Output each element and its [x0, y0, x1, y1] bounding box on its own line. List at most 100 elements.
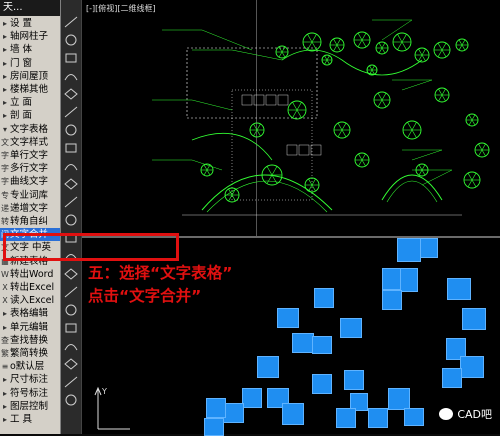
menu-item-icon: 专 [1, 190, 9, 200]
text-block[interactable] [400, 268, 418, 292]
menu-item[interactable]: ≡ o默认层 [0, 360, 60, 373]
menu-item[interactable]: 转转角自纠 [0, 215, 60, 228]
line-icon[interactable] [63, 14, 79, 28]
region-icon[interactable] [63, 284, 79, 298]
table-insert-icon[interactable] [63, 356, 79, 370]
draw-toolbar [61, 0, 82, 434]
text-block[interactable] [447, 278, 471, 300]
menu-item-icon: ▾ [2, 124, 7, 134]
annotation-line-2: 点击“文字合并” [88, 287, 202, 305]
rectangle-icon[interactable] [63, 68, 79, 82]
menu-item[interactable]: 繁繁简转换 [0, 347, 60, 360]
menu-item-label: 楼梯其他 [10, 84, 49, 95]
mtext-icon[interactable] [63, 320, 79, 334]
text-block[interactable] [388, 388, 410, 410]
menu-item-icon: ≡ [1, 362, 9, 372]
ucs-axis-icon: Y [94, 386, 130, 430]
text-block[interactable] [382, 290, 402, 310]
arc-icon[interactable] [63, 86, 79, 100]
menu-item[interactable]: 递递增文字 [0, 202, 60, 215]
field-icon[interactable] [63, 374, 79, 388]
menu-item[interactable]: 字曲线文字 [0, 175, 60, 188]
text-block[interactable] [204, 418, 224, 436]
text-block[interactable] [368, 408, 388, 428]
text-block[interactable] [460, 356, 484, 378]
menu-item[interactable]: ▸ 表格编辑 [0, 307, 60, 320]
menu-item-label: 立 面 [10, 97, 33, 109]
menu-item[interactable]: ▸ 剖 面 [0, 109, 60, 122]
menu-item[interactable]: ▸ 门 窗 [0, 57, 60, 70]
menu-item[interactable]: 查查找替换 [0, 334, 60, 347]
menu-item[interactable]: ▸ 立 面 [0, 96, 60, 109]
menu-item[interactable]: 专专业词库 [0, 189, 60, 202]
menu-item-label: 单行文字 [10, 150, 49, 161]
menu-item-label: 符号标注 [10, 387, 49, 399]
menu-item[interactable]: ▾ 文字表格 [0, 123, 60, 136]
menu-item[interactable]: 文文字样式 [0, 136, 60, 149]
ellipse-arc-icon[interactable] [63, 176, 79, 190]
menu-item[interactable]: ▸ 设 置 [0, 17, 60, 30]
text-block[interactable] [292, 333, 314, 353]
menu-item[interactable]: ▸ 轴网柱子 [0, 30, 60, 43]
menu-item-label: 文字表格 [10, 123, 49, 135]
menu-item-icon: ▸ [2, 71, 7, 81]
menu-item-label: 轴网柱子 [10, 31, 49, 43]
polyline-icon[interactable] [63, 32, 79, 46]
menu-item[interactable]: 字多行文字 [0, 162, 60, 175]
menu-item-label: 读入Excel [10, 295, 55, 307]
menu-item-label: 转出Excel [10, 282, 55, 293]
menu-item[interactable]: ▸ 墙 体 [0, 43, 60, 56]
menu-item-icon: ▸ [2, 309, 7, 319]
text-block[interactable] [312, 336, 332, 354]
text-block[interactable] [206, 398, 226, 418]
menu-item[interactable]: ▸ 图层控制 [0, 400, 60, 413]
menu-item-icon: ▸ [2, 388, 7, 398]
menu-item-label: 尺寸标注 [10, 374, 49, 386]
menu-item[interactable]: ▸ 楼梯其他 [0, 83, 60, 96]
gradient-icon[interactable] [63, 266, 79, 280]
text-block[interactable] [397, 238, 421, 262]
text-block[interactable] [314, 288, 334, 308]
menu-item[interactable]: X 转出Excel [0, 281, 60, 294]
block-insert-icon[interactable] [63, 194, 79, 208]
text-block[interactable] [462, 308, 486, 330]
watermark-text: CAD吧 [457, 408, 492, 421]
menu-item-icon: ▸ [2, 375, 7, 385]
text-block[interactable] [404, 408, 424, 426]
text-block[interactable] [242, 388, 262, 408]
menu-item[interactable]: W转出Word [0, 268, 60, 281]
menu-item[interactable]: ▸ 房间屋顶 [0, 70, 60, 83]
menu-item[interactable]: ▸ 工 具 [0, 413, 60, 426]
text-block[interactable] [340, 318, 362, 338]
menu-item[interactable]: ▸ 符号标注 [0, 387, 60, 400]
table-icon[interactable] [63, 302, 79, 316]
add-selected-icon[interactable] [63, 338, 79, 352]
tianzheng-menu-panel: 天... ▸ 设 置 ▸ 轴网柱子 ▸ 墙 体 ▸ 门 窗 ▸ 房间屋顶 ▸ 楼梯其他 ▸ 立 面 ▸ 剖 面… [0, 0, 61, 434]
text-block[interactable] [257, 356, 279, 378]
spline-icon[interactable] [63, 140, 79, 154]
text-block[interactable] [277, 308, 299, 328]
ellipse-icon[interactable] [63, 158, 79, 172]
text-block[interactable] [282, 403, 304, 425]
menu-item[interactable]: ▸ 单元编辑 [0, 321, 60, 334]
menu-item-icon: ▸ [2, 19, 7, 28]
menu-item[interactable]: X 读入Excel [0, 294, 60, 307]
viewport-top[interactable]: [-][俯视][二维线框] [82, 0, 500, 238]
text-block[interactable] [382, 268, 402, 290]
menu-item-icon: 查 [1, 335, 9, 345]
text-block[interactable] [442, 368, 462, 388]
menu-item[interactable]: ▸ 尺寸标注 [0, 373, 60, 386]
text-block[interactable] [312, 374, 332, 394]
menu-item-label: 查找替换 [10, 334, 49, 346]
make-block-icon[interactable] [63, 212, 79, 226]
text-block[interactable] [336, 408, 356, 428]
attribute-icon[interactable] [63, 392, 79, 406]
text-block[interactable] [420, 238, 438, 258]
cloud-icon[interactable] [63, 122, 79, 136]
menu-title[interactable]: 天... [0, 0, 60, 16]
menu-item-icon: 文 [1, 137, 9, 147]
text-block[interactable] [344, 370, 364, 390]
menu-item[interactable]: 字单行文字 [0, 149, 60, 162]
polygon-icon[interactable] [63, 50, 79, 64]
circle-icon[interactable] [63, 104, 79, 118]
